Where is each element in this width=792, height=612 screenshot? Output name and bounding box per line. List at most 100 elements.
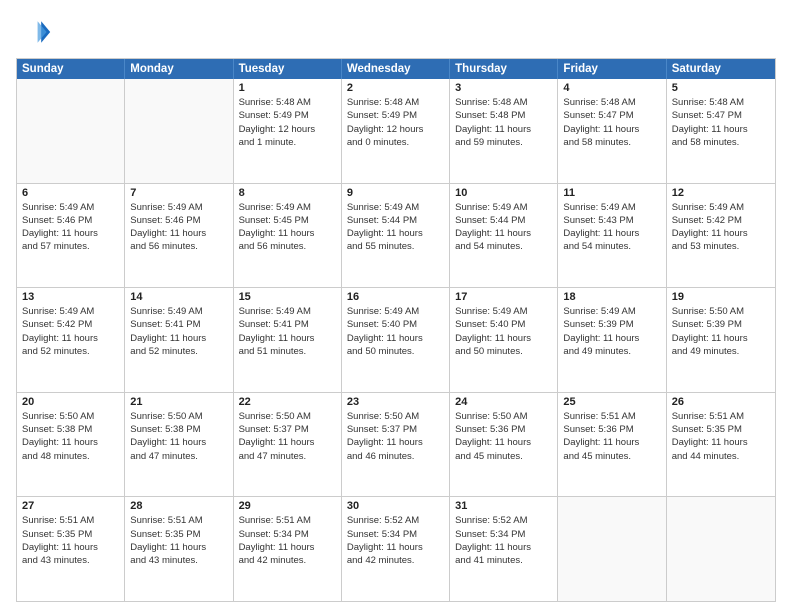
cell-line: Daylight: 11 hours <box>672 436 770 449</box>
cell-line: Sunset: 5:38 PM <box>130 423 227 436</box>
cell-line: Daylight: 11 hours <box>130 227 227 240</box>
day-number: 3 <box>455 82 552 94</box>
calendar-cell: 30 Sunrise: 5:52 AMSunset: 5:34 PMDayligh… <box>342 497 450 601</box>
cell-line: Daylight: 11 hours <box>455 332 552 345</box>
cell-line: Sunset: 5:34 PM <box>455 528 552 541</box>
cell-line: Sunrise: 5:49 AM <box>22 201 119 214</box>
cell-line: and 51 minutes. <box>239 345 336 358</box>
cell-line: Sunrise: 5:52 AM <box>347 514 444 527</box>
cell-line: Daylight: 11 hours <box>22 436 119 449</box>
cell-line: Sunrise: 5:48 AM <box>563 96 660 109</box>
cell-line: Sunrise: 5:50 AM <box>239 410 336 423</box>
cell-line: and 49 minutes. <box>672 345 770 358</box>
calendar-cell: 12Sunrise: 5:49 AMSunset: 5:42 PMDayligh… <box>667 184 775 288</box>
cell-line: Sunrise: 5:51 AM <box>563 410 660 423</box>
cell-line: Daylight: 11 hours <box>239 541 336 554</box>
calendar-row-4: 20Sunrise: 5:50 AMSunset: 5:38 PMDayligh… <box>17 392 775 497</box>
page: SundayMondayTuesdayWednesdayThursdayFrid… <box>0 0 792 612</box>
calendar-cell: 20Sunrise: 5:50 AMSunset: 5:38 PMDayligh… <box>17 393 125 497</box>
cell-line: Sunset: 5:39 PM <box>672 318 770 331</box>
day-number: 28 <box>130 500 227 512</box>
cell-line: Daylight: 11 hours <box>563 436 660 449</box>
cell-line: Daylight: 11 hours <box>347 541 444 554</box>
day-number: 2 <box>347 82 444 94</box>
cell-line: and 56 minutes. <box>239 240 336 253</box>
day-number: 16 <box>347 291 444 303</box>
calendar-cell: 26Sunrise: 5:51 AMSunset: 5:35 PMDayligh… <box>667 393 775 497</box>
cell-line: and 1 minute. <box>239 136 336 149</box>
day-number: 23 <box>347 396 444 408</box>
calendar-cell: 18Sunrise: 5:49 AMSunset: 5:39 PMDayligh… <box>558 288 666 392</box>
cell-line: Daylight: 11 hours <box>672 227 770 240</box>
cell-line: Sunrise: 5:49 AM <box>130 305 227 318</box>
cell-line: Sunrise: 5:49 AM <box>672 201 770 214</box>
header-day-wednesday: Wednesday <box>342 59 450 79</box>
calendar-cell: 25Sunrise: 5:51 AMSunset: 5:36 PMDayligh… <box>558 393 666 497</box>
cell-line: Sunset: 5:35 PM <box>22 528 119 541</box>
header <box>16 14 776 50</box>
cell-line: and 52 minutes. <box>130 345 227 358</box>
cell-line: and 48 minutes. <box>22 450 119 463</box>
day-number: 20 <box>22 396 119 408</box>
calendar-cell: 3Sunrise: 5:48 AMSunset: 5:48 PMDaylight… <box>450 79 558 183</box>
cell-line: Daylight: 11 hours <box>239 332 336 345</box>
cell-line: Sunset: 5:44 PM <box>455 214 552 227</box>
cell-line: Sunrise: 5:52 AM <box>455 514 552 527</box>
cell-line: Sunrise: 5:51 AM <box>239 514 336 527</box>
calendar-cell: 6Sunrise: 5:49 AMSunset: 5:46 PMDaylight… <box>17 184 125 288</box>
cell-line: Sunrise: 5:48 AM <box>239 96 336 109</box>
calendar-cell <box>667 497 775 601</box>
day-number: 15 <box>239 291 336 303</box>
calendar-row-2: 6Sunrise: 5:49 AMSunset: 5:46 PMDaylight… <box>17 183 775 288</box>
cell-line: and 58 minutes. <box>672 136 770 149</box>
calendar-header: SundayMondayTuesdayWednesdayThursdayFrid… <box>17 59 775 79</box>
cell-line: Daylight: 11 hours <box>563 123 660 136</box>
cell-line: Sunrise: 5:49 AM <box>239 201 336 214</box>
day-number: 30 <box>347 500 444 512</box>
cell-line: and 54 minutes. <box>563 240 660 253</box>
cell-line: Sunrise: 5:48 AM <box>455 96 552 109</box>
calendar-cell: 9Sunrise: 5:49 AMSunset: 5:44 PMDaylight… <box>342 184 450 288</box>
calendar-body: 1Sunrise: 5:48 AMSunset: 5:49 PMDaylight… <box>17 79 775 601</box>
cell-line: and 41 minutes. <box>455 554 552 567</box>
calendar-cell <box>125 79 233 183</box>
cell-line: Sunrise: 5:49 AM <box>455 201 552 214</box>
calendar-cell: 13Sunrise: 5:49 AMSunset: 5:42 PMDayligh… <box>17 288 125 392</box>
cell-line: Sunrise: 5:49 AM <box>239 305 336 318</box>
cell-line: Daylight: 11 hours <box>455 541 552 554</box>
cell-line: Sunset: 5:37 PM <box>347 423 444 436</box>
cell-line: Sunrise: 5:50 AM <box>130 410 227 423</box>
day-number: 5 <box>672 82 770 94</box>
cell-line: Sunset: 5:49 PM <box>347 109 444 122</box>
cell-line: and 43 minutes. <box>22 554 119 567</box>
cell-line: Sunrise: 5:51 AM <box>672 410 770 423</box>
cell-line: and 49 minutes. <box>563 345 660 358</box>
calendar-row-3: 13Sunrise: 5:49 AMSunset: 5:42 PMDayligh… <box>17 287 775 392</box>
cell-line: Daylight: 11 hours <box>130 541 227 554</box>
cell-line: Sunset: 5:45 PM <box>239 214 336 227</box>
cell-line: and 57 minutes. <box>22 240 119 253</box>
day-number: 17 <box>455 291 552 303</box>
cell-line: Sunset: 5:44 PM <box>347 214 444 227</box>
day-number: 14 <box>130 291 227 303</box>
cell-line: Daylight: 11 hours <box>455 227 552 240</box>
day-number: 8 <box>239 187 336 199</box>
calendar-cell: 15Sunrise: 5:49 AMSunset: 5:41 PMDayligh… <box>234 288 342 392</box>
cell-line: Sunset: 5:41 PM <box>130 318 227 331</box>
day-number: 9 <box>347 187 444 199</box>
cell-line: Daylight: 11 hours <box>563 227 660 240</box>
cell-line: Sunset: 5:34 PM <box>347 528 444 541</box>
cell-line: and 47 minutes. <box>130 450 227 463</box>
cell-line: Sunrise: 5:49 AM <box>563 201 660 214</box>
cell-line: and 0 minutes. <box>347 136 444 149</box>
cell-line: Daylight: 11 hours <box>563 332 660 345</box>
cell-line: Sunset: 5:40 PM <box>347 318 444 331</box>
cell-line: and 58 minutes. <box>563 136 660 149</box>
header-day-monday: Monday <box>125 59 233 79</box>
cell-line: Daylight: 11 hours <box>347 436 444 449</box>
cell-line: and 55 minutes. <box>347 240 444 253</box>
calendar-cell: 7Sunrise: 5:49 AMSunset: 5:46 PMDaylight… <box>125 184 233 288</box>
day-number: 4 <box>563 82 660 94</box>
day-number: 7 <box>130 187 227 199</box>
cell-line: Sunrise: 5:50 AM <box>22 410 119 423</box>
